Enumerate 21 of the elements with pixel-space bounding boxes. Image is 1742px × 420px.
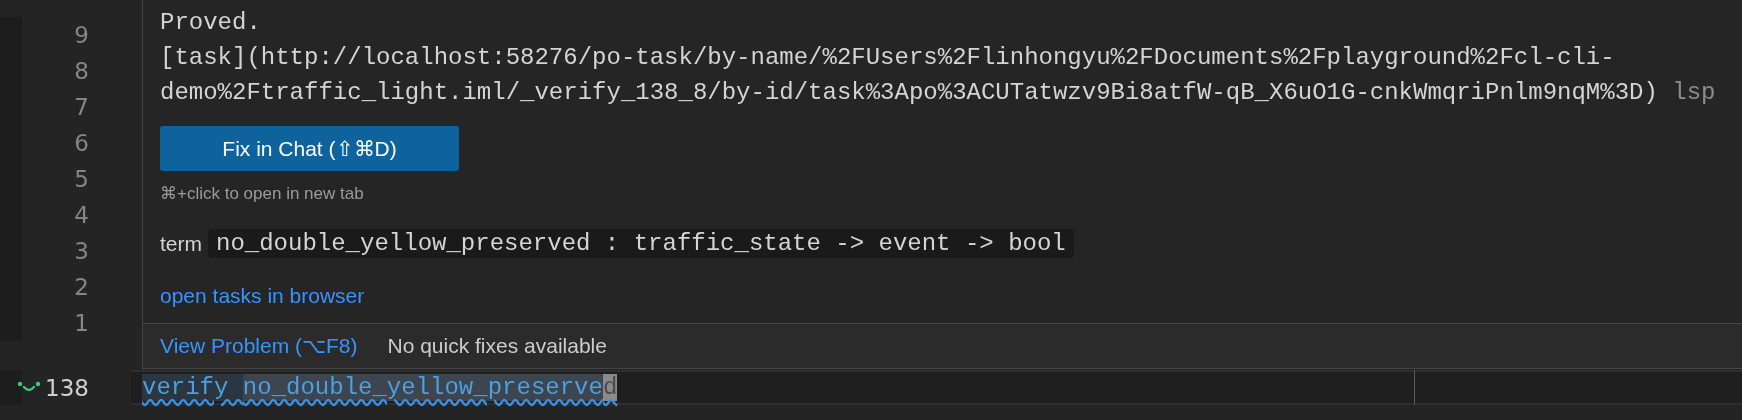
line-number: 7 (74, 94, 89, 120)
quick-fixes-text: No quick fixes available (387, 334, 607, 358)
fix-in-chat-button[interactable]: Fix in Chat (⇧⌘D) (160, 126, 459, 171)
line-number: 3 (74, 238, 89, 264)
status-text: Proved. (160, 8, 262, 38)
source-label: lsp (1672, 79, 1716, 106)
term-signature: no_double_yellow_preserved : traffic_state -> event -> bool (208, 229, 1074, 258)
view-problem-link[interactable]: View Problem (⌥F8) (160, 334, 358, 358)
line-number: 2 (74, 274, 89, 300)
hint-text: ⌘+click to open in new tab (160, 183, 365, 204)
term-label: term (160, 231, 202, 256)
line-number: 6 (74, 130, 89, 156)
line-number: 5 (74, 166, 89, 192)
line-number: 138 (45, 374, 89, 401)
task-link-text: [task](http://localhost:58276/po-task/by-name/%2FUsers%2Flinhongyu%2FDocuments%2Fplayground%2Fcl-cli-demo%2Ftraffic_light.iml/_verify_138_8/by-id/task%3Apo%3ACUTatwzv9Bi8atfW-qB_X6uO1G-cnkWmqriPnlm9nqM%3D) (160, 44, 1658, 106)
line-number: 4 (74, 202, 89, 228)
line-number: 9 (74, 22, 89, 48)
code-line: verify no_double_yellow_preserved (142, 374, 618, 401)
line-number: 1 (74, 310, 89, 336)
line-number: 8 (74, 58, 89, 84)
open-tasks-link[interactable]: open tasks in browser (160, 284, 365, 308)
